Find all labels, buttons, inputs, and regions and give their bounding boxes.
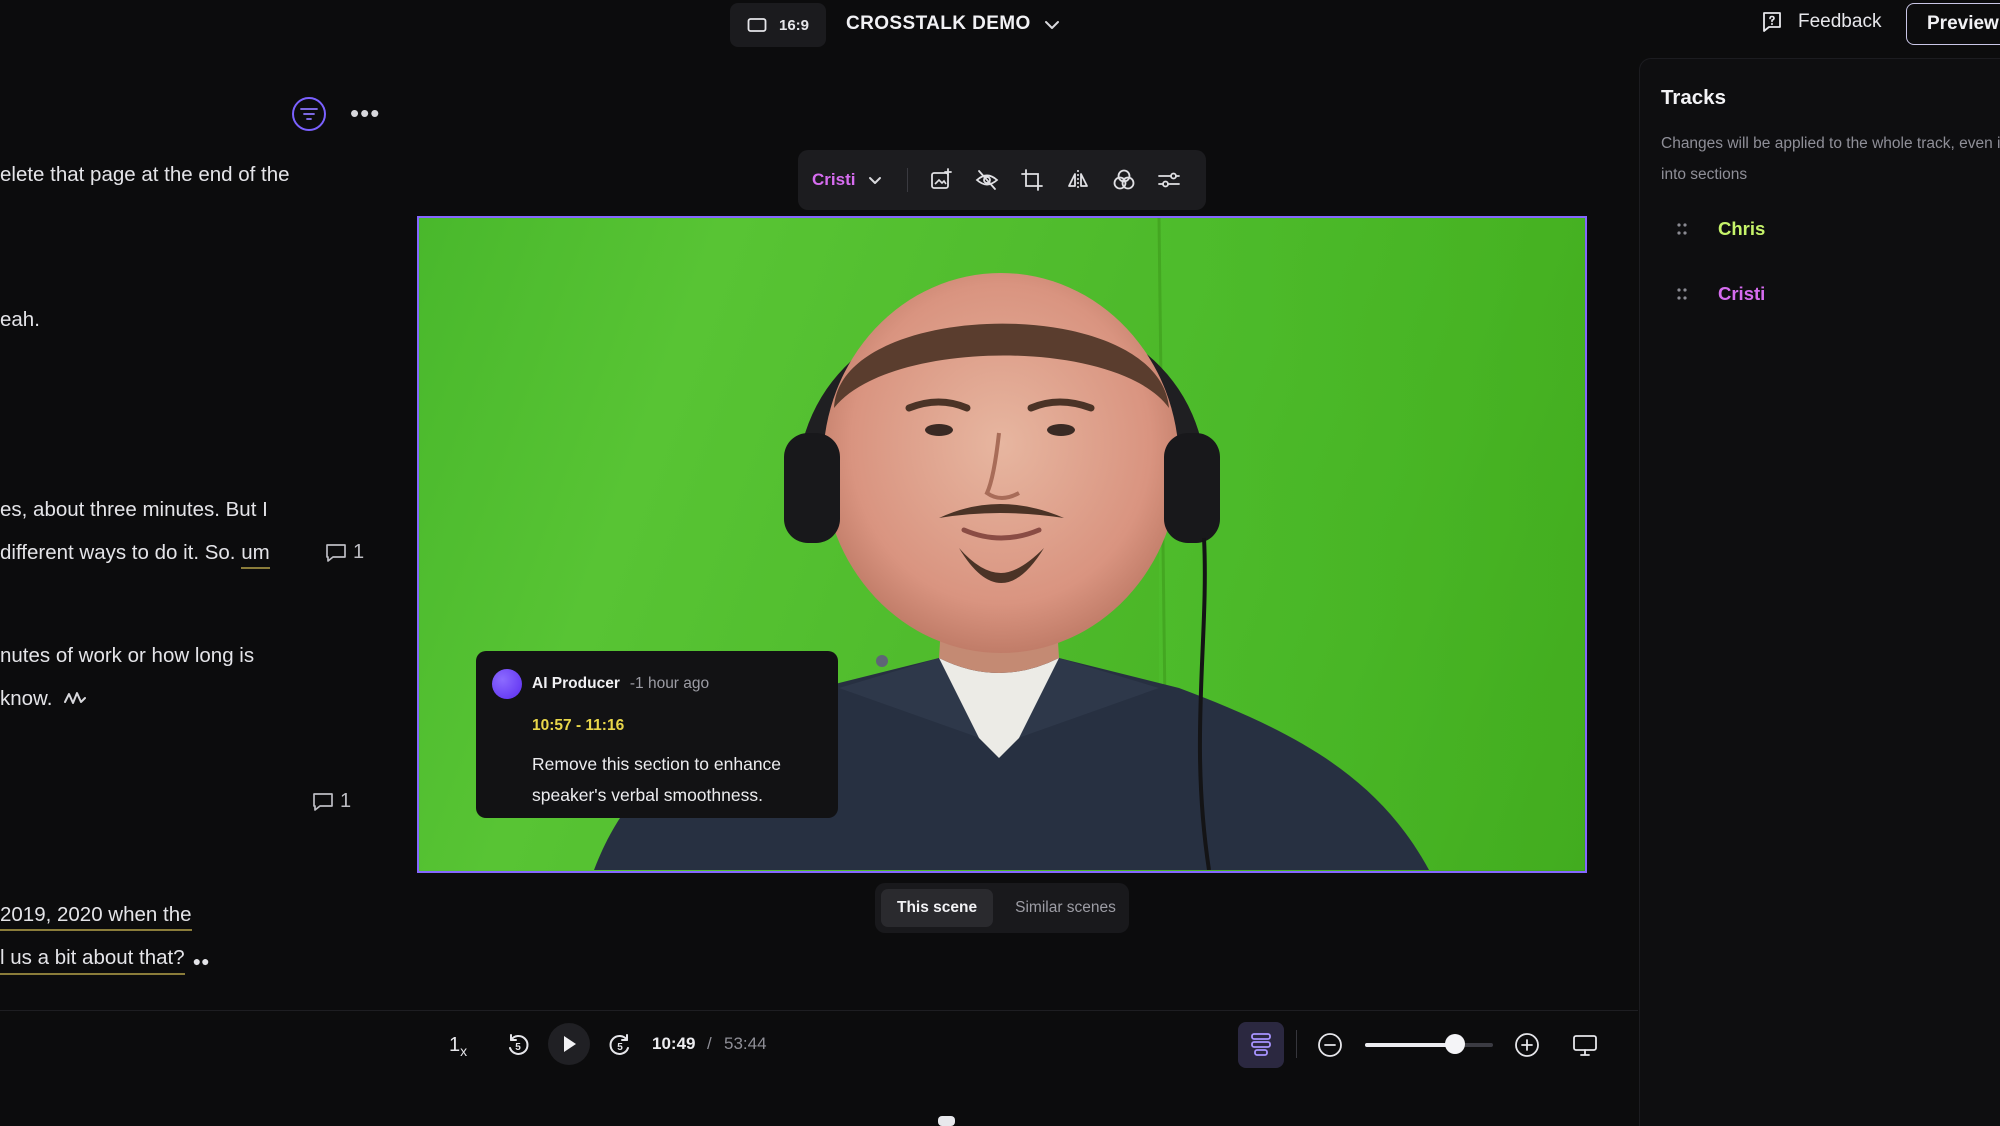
transcript-text: different ways to do it. So. [0, 541, 242, 564]
preview-button[interactable]: Preview [1906, 3, 2000, 45]
drag-handle-icon[interactable] [1676, 287, 1688, 301]
current-time: 10:49 [652, 1034, 696, 1053]
project-title[interactable]: CROSSTALK DEMO [846, 13, 1031, 35]
feedback-label: Feedback [1798, 11, 1882, 32]
comment-indicator[interactable]: 1 [312, 790, 351, 813]
aspect-ratio-label: 16:9 [778, 16, 810, 34]
zoom-out-icon[interactable] [1317, 1032, 1343, 1058]
drag-handle-icon[interactable] [1676, 222, 1688, 236]
speaker-label: Cristi [812, 170, 856, 189]
playback-separator [1296, 1030, 1297, 1058]
tracks-title: Tracks [1661, 86, 1726, 109]
transcript-text: know. [0, 687, 53, 710]
scene-toggle: This scene Similar scenes [875, 883, 1129, 933]
playback-divider [0, 1010, 1638, 1011]
similar-scenes-tab[interactable]: Similar scenes [999, 889, 1132, 927]
filler-word[interactable]: um [241, 541, 270, 569]
rewind-5-icon[interactable]: 5 [505, 1032, 531, 1058]
ai-avatar [492, 669, 522, 699]
hide-icon[interactable] [964, 160, 1010, 200]
track-name: Cristi [1718, 283, 1766, 304]
ai-time-range[interactable]: 10:57 - 11:16 [532, 717, 822, 735]
layout-toggle-button[interactable] [1238, 1022, 1284, 1068]
add-media-icon[interactable] [918, 160, 964, 200]
zoom-slider[interactable] [1365, 1043, 1493, 1047]
speaker-select[interactable]: Cristi [812, 170, 903, 190]
speed-suffix: x [460, 1043, 468, 1059]
more-options-icon[interactable]: ••• [350, 98, 380, 129]
play-button[interactable] [548, 1023, 590, 1065]
clip-toolbar: Cristi [798, 150, 1206, 210]
highlighted-text[interactable]: l us a bit about that? [0, 946, 185, 975]
comment-count: 1 [353, 541, 365, 563]
toolbar-divider [907, 168, 909, 192]
transcript-line[interactable]: different ways to do it. So. um [0, 541, 270, 569]
track-item-cristi[interactable]: Cristi [1676, 283, 1765, 305]
transcript-line[interactable]: nutes of work or how long is [0, 644, 254, 668]
flip-icon[interactable] [1055, 160, 1101, 200]
total-time: 53:44 [724, 1034, 767, 1053]
svg-text:5: 5 [515, 1042, 521, 1053]
crop-icon[interactable] [1010, 160, 1056, 200]
time-separator: / [707, 1034, 712, 1053]
transcript-line[interactable]: eah. [0, 308, 40, 332]
chevron-down-icon[interactable] [1042, 14, 1062, 36]
track-item-chris[interactable]: Chris [1676, 218, 1765, 240]
zoom-slider-fill [1365, 1043, 1455, 1047]
pause-marker-icon[interactable]: ●● [193, 953, 210, 969]
feedback-button[interactable]: Feedback [1760, 10, 1881, 34]
svg-text:5: 5 [617, 1042, 623, 1053]
playback-speed-button[interactable]: 1x [449, 1034, 467, 1059]
transcript-line[interactable]: 2019, 2020 when the [0, 903, 192, 931]
chevron-down-icon [869, 177, 882, 184]
transcript-line[interactable]: know. [0, 687, 87, 711]
track-name: Chris [1718, 218, 1766, 239]
ai-time-ago: -1 hour ago [629, 675, 710, 692]
comment-indicator[interactable]: 1 [325, 541, 364, 564]
zoom-slider-handle[interactable] [1444, 1034, 1465, 1054]
this-scene-tab[interactable]: This scene [881, 889, 994, 927]
monitor-icon[interactable] [1572, 1032, 1598, 1058]
play-icon [564, 1036, 576, 1052]
feedback-icon [1763, 12, 1781, 32]
filter-icon[interactable] [292, 97, 326, 131]
transcript-line[interactable]: elete that page at the end of the [0, 163, 290, 187]
speed-value: 1 [449, 1034, 461, 1056]
comment-count: 1 [340, 790, 352, 812]
screen-ratio-icon [747, 18, 767, 32]
adjust-icon[interactable] [1146, 160, 1192, 200]
tracks-description: Changes will be applied to the whole tra… [1661, 135, 2000, 183]
aspect-ratio-button[interactable]: 16:9 [730, 3, 826, 47]
waveform-icon[interactable] [64, 690, 87, 708]
transcript-line[interactable]: es, about three minutes. But I [0, 498, 268, 522]
ai-message: Remove this section to enhance speaker's… [532, 754, 782, 805]
preview-label: Preview [1927, 13, 1999, 34]
comment-icon [313, 792, 333, 811]
transcript-line[interactable]: l us a bit about that? ●● [0, 946, 210, 975]
color-icon[interactable] [1101, 160, 1147, 200]
ai-comment-card[interactable]: AI Producer -1 hour ago 10:57 - 11:16 Re… [476, 651, 838, 818]
highlighted-text[interactable]: 2019, 2020 when the [0, 903, 192, 931]
forward-5-icon[interactable]: 5 [607, 1032, 633, 1058]
zoom-in-icon[interactable] [1514, 1032, 1540, 1058]
ai-author: AI Producer [532, 675, 620, 692]
comment-icon [326, 543, 346, 562]
layout-icon [1251, 1033, 1271, 1056]
